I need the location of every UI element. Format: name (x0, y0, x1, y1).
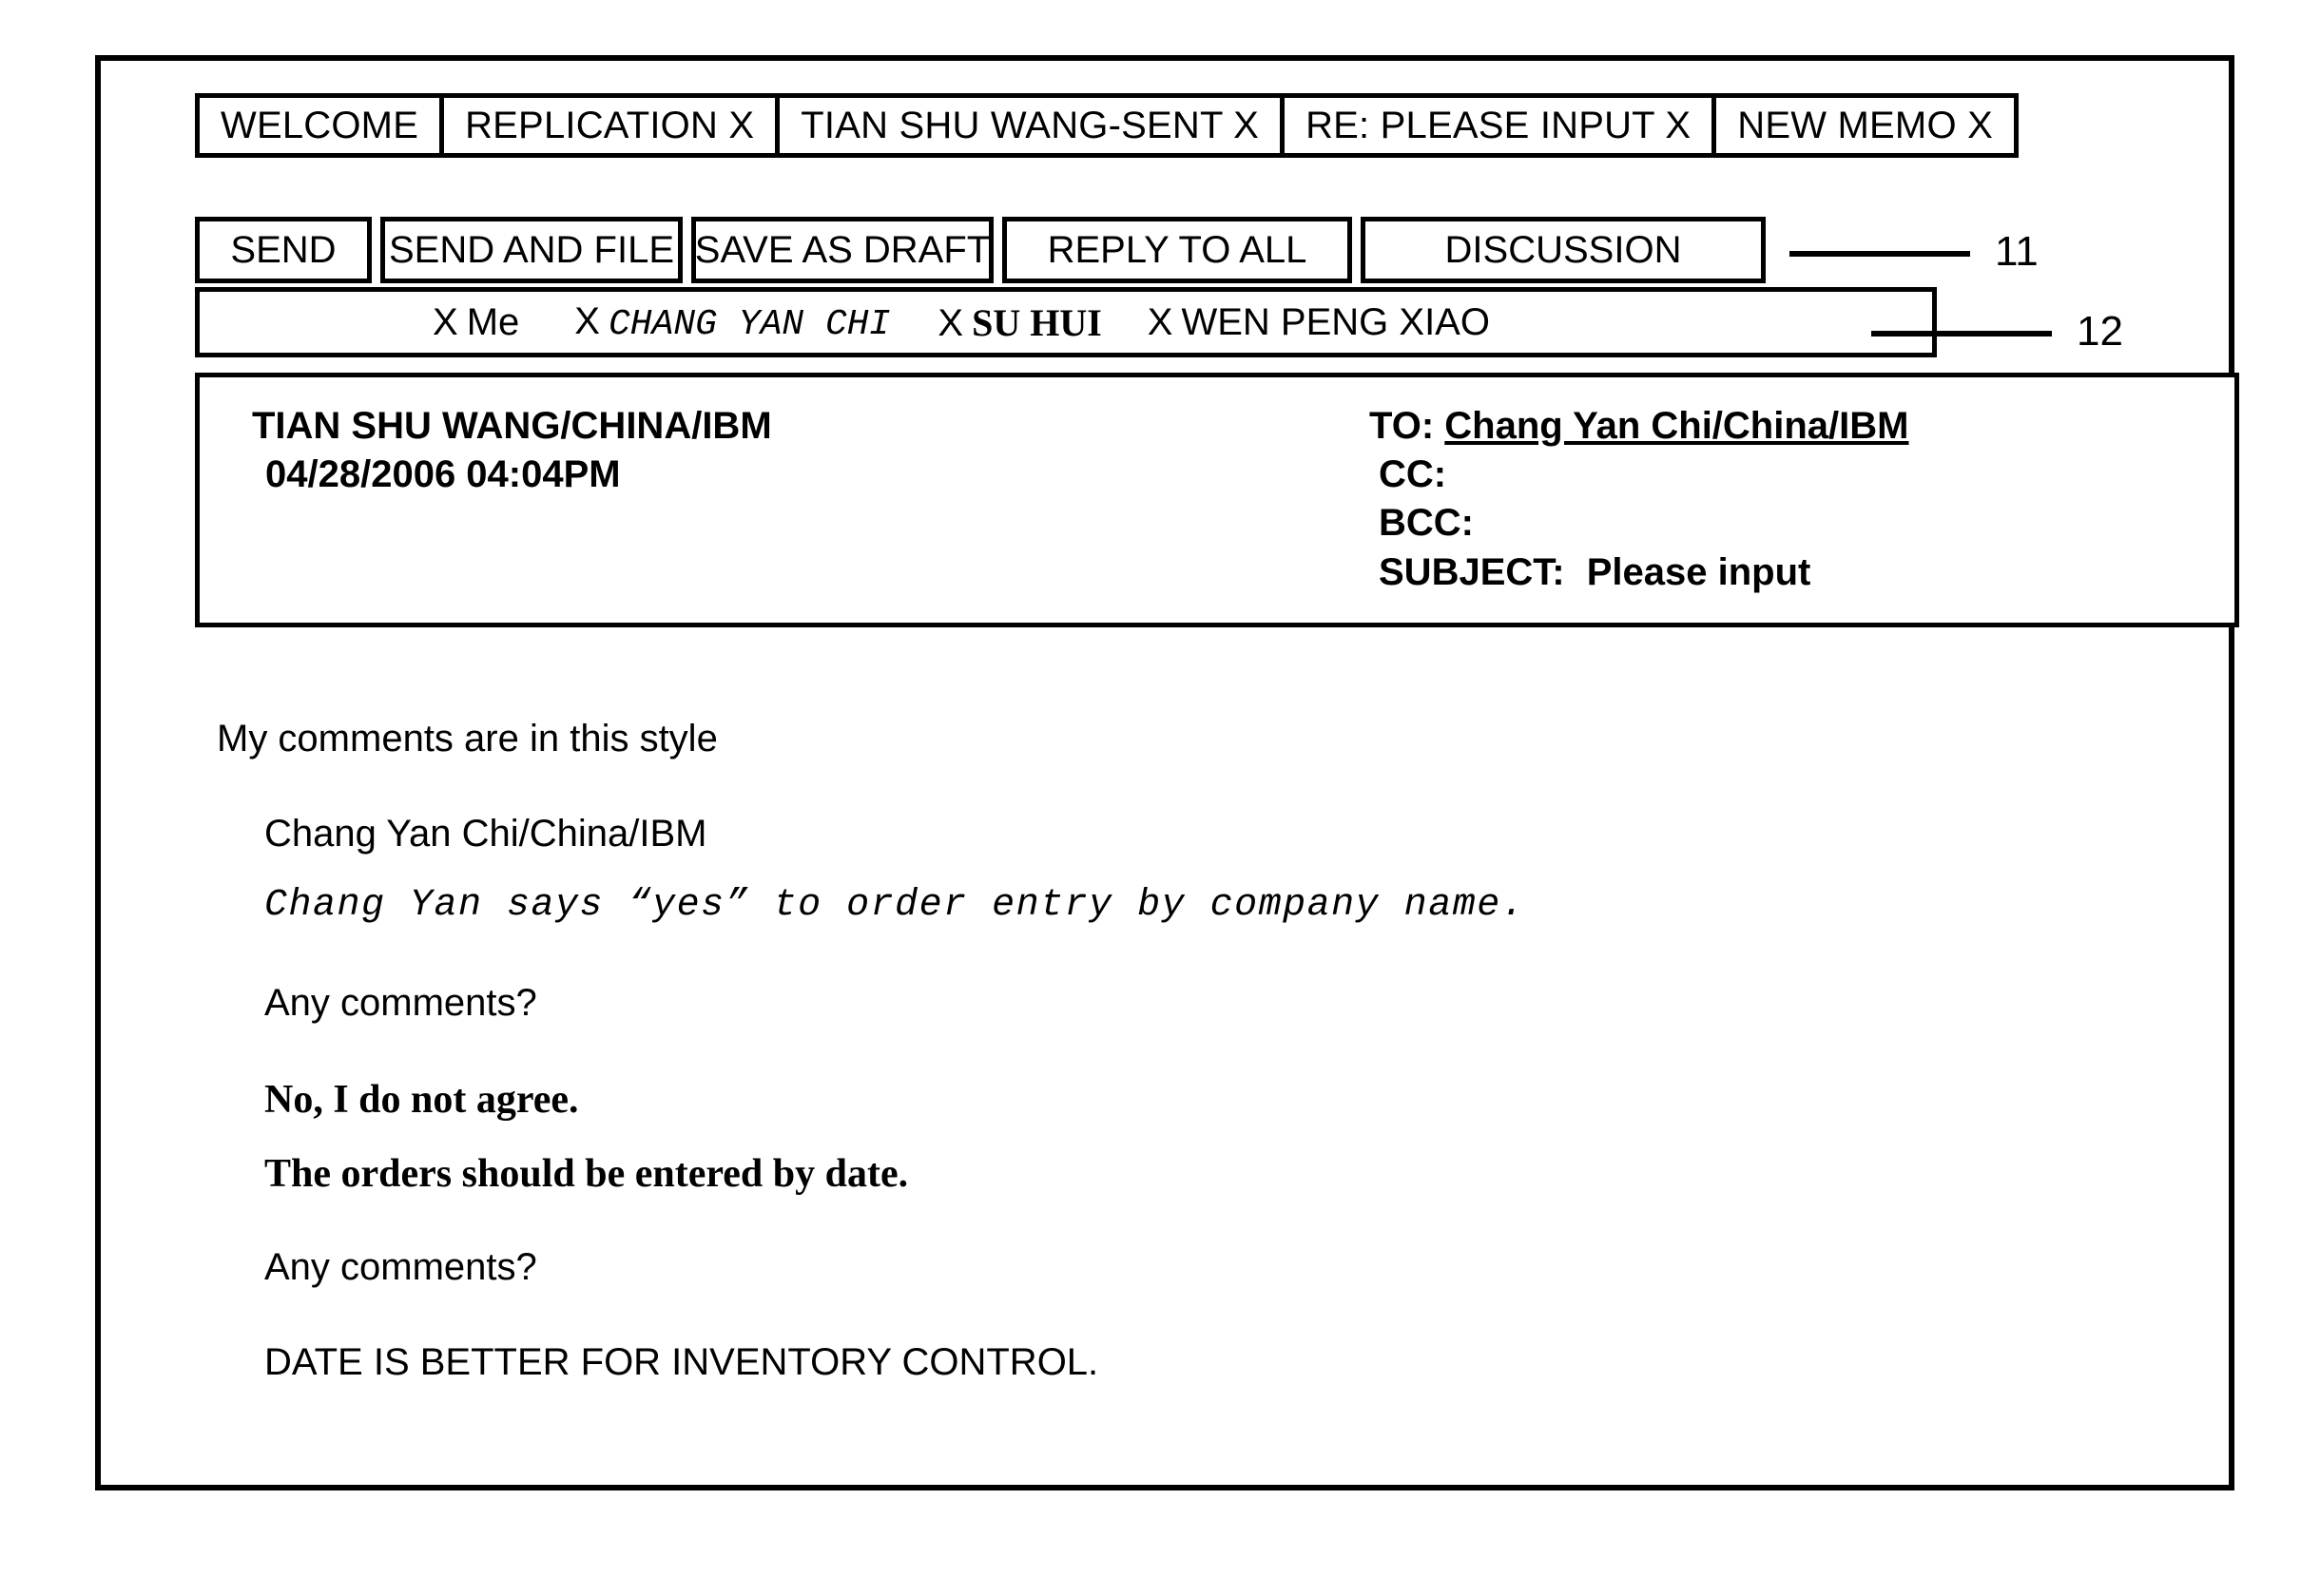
subject-value[interactable]: Please input (1576, 551, 1811, 593)
send-and-file-button-label: SEND AND FILE (388, 228, 675, 271)
body-line-author-chang-yan-chi: Chang Yan Chi/China/IBM (264, 813, 707, 855)
body-line-chang-yan-response: Chang Yan says “yes” to order entry by c… (264, 884, 1526, 927)
toolbar: SEND SEND AND FILE SAVE AS DRAFT REPLY T… (195, 217, 1766, 283)
leader-line-11 (1789, 251, 1970, 257)
send-button[interactable]: SEND (195, 217, 372, 283)
reply-to-all-button[interactable]: REPLY TO ALL (1002, 217, 1352, 283)
reply-to-all-button-label: REPLY TO ALL (1047, 228, 1307, 271)
participant-name: SU HUI (972, 300, 1102, 344)
body-line-comment-style-note: My comments are in this style (217, 718, 718, 760)
save-as-draft-button-label: SAVE AS DRAFT (694, 228, 991, 271)
tab-replication[interactable]: REPLICATION X (444, 98, 781, 153)
recipient-fields: TO: Chang Yan Chi/China/IBM CC: BCC: SUB… (1369, 402, 1908, 597)
remove-participant-icon[interactable]: X (574, 300, 600, 343)
sender-block: TIAN SHU WANG/CHINA/IBM 04/28/2006 04:04… (252, 402, 772, 499)
participant-name: Me (466, 300, 520, 343)
cc-label: CC: (1379, 453, 1447, 496)
participant-chang-yan-chi[interactable]: X CHANG YAN CHI (574, 300, 890, 345)
sender-name: TIAN SHU WANG/CHINA/IBM (252, 405, 772, 447)
message-timestamp: 04/28/2006 04:04PM (265, 453, 621, 496)
remove-participant-icon[interactable]: X (938, 302, 963, 345)
subject-label: SUBJECT: (1379, 550, 1565, 593)
participant-name: WEN PENG XIAO (1181, 300, 1490, 343)
message-header-box: TIAN SHU WANG/CHINA/IBM 04/28/2006 04:04… (195, 373, 2239, 627)
tab-label: RE: PLEASE INPUT X (1305, 104, 1692, 146)
tab-bar: WELCOME REPLICATION X TIAN SHU WANG-SENT… (195, 93, 2019, 158)
tab-welcome[interactable]: WELCOME (200, 98, 445, 153)
tab-tian-shu-wang-sent[interactable]: TIAN SHU WANG-SENT X (780, 98, 1286, 153)
body-line-any-comments-1: Any comments? (264, 982, 537, 1024)
tab-label: NEW MEMO X (1737, 104, 1993, 146)
subject-field-row: SUBJECT: Please input (1369, 548, 1908, 597)
send-button-label: SEND (230, 228, 337, 271)
remove-participant-icon[interactable]: X (433, 301, 458, 344)
tab-label: WELCOME (221, 104, 419, 146)
tab-new-memo[interactable]: NEW MEMO X (1716, 98, 2014, 153)
leader-line-12 (1871, 331, 2052, 337)
body-line-disagree: No, I do not agree. (264, 1078, 579, 1122)
participant-su-hui[interactable]: X SU HUI (938, 300, 1101, 345)
discussion-button[interactable]: DISCUSSION (1361, 217, 1766, 283)
tab-label: REPLICATION X (465, 104, 755, 146)
body-line-date-inventory-control: DATE IS BETTER FOR INVENTORY CONTROL. (264, 1341, 1099, 1383)
body-line-orders-by-date: The orders should be entered by date. (264, 1152, 909, 1196)
to-value[interactable]: Chang Yan Chi/China/IBM (1444, 405, 1908, 447)
send-and-file-button[interactable]: SEND AND FILE (380, 217, 683, 283)
participant-wen-peng-xiao[interactable]: X WEN PENG XIAO (1148, 301, 1490, 344)
discussion-button-label: DISCUSSION (1444, 228, 1682, 271)
participant-name: CHANG YAN CHI (608, 303, 891, 345)
tab-re-please-input[interactable]: RE: PLEASE INPUT X (1285, 98, 1717, 153)
bcc-field-row: BCC: (1369, 499, 1908, 548)
body-line-any-comments-2: Any comments? (264, 1246, 537, 1288)
participant-me[interactable]: X Me (433, 301, 519, 344)
discussion-participants-row: X Me X CHANG YAN CHI X SU HUI X WEN PENG… (195, 287, 1937, 357)
save-as-draft-button[interactable]: SAVE AS DRAFT (691, 217, 994, 283)
bcc-label: BCC: (1379, 502, 1474, 545)
remove-participant-icon[interactable]: X (1148, 301, 1173, 344)
to-label: TO: (1369, 405, 1435, 447)
to-field-row: TO: Chang Yan Chi/China/IBM (1369, 402, 1908, 451)
cc-field-row: CC: (1369, 451, 1908, 499)
reference-numeral-11: 11 (1995, 228, 2039, 275)
tab-label: TIAN SHU WANG-SENT X (801, 104, 1260, 146)
reference-numeral-12: 12 (2077, 308, 2123, 355)
